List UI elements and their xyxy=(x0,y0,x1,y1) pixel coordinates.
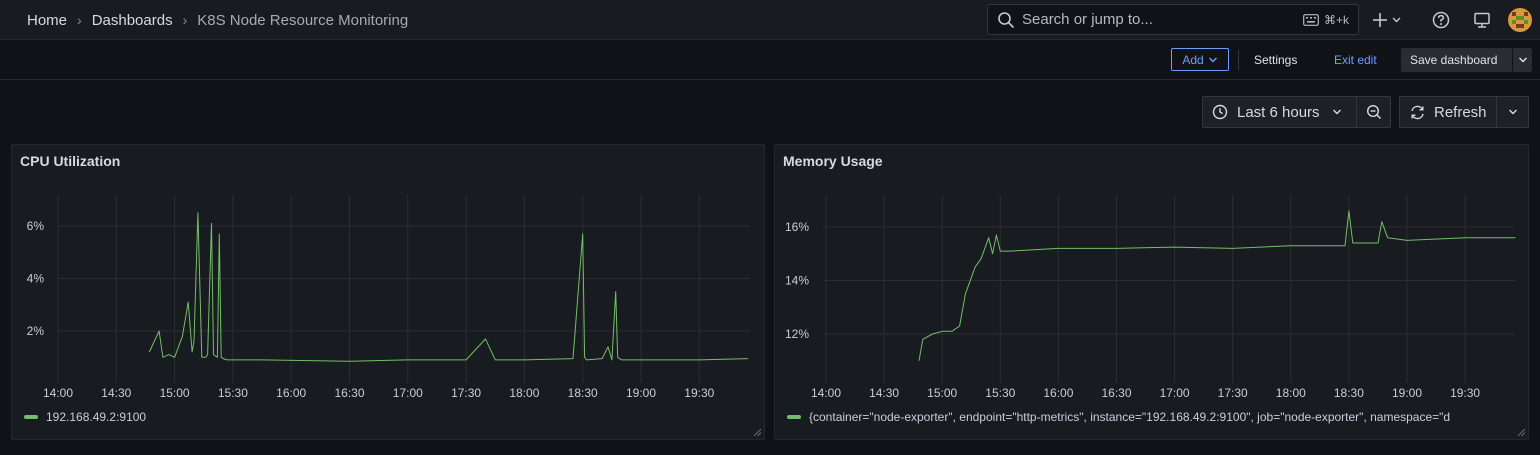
memory-usage-chart[interactable]: 14:00 14:30 15:00 15:30 16:00 16:30 17:00 17:30… xyxy=(775,145,1530,441)
x-tick-label: 15:00 xyxy=(927,386,957,400)
chevron-down-icon xyxy=(1208,57,1217,62)
legend-swatch xyxy=(787,415,801,419)
x-tick-label: 15:30 xyxy=(985,386,1015,400)
add-button[interactable]: Add xyxy=(1171,48,1229,71)
cpu-utilization-chart[interactable]: 14:00 14:30 15:00 15:30 16:00 16:30 17:00 17:30… xyxy=(12,145,766,441)
x-tick-label: 19:30 xyxy=(684,386,714,400)
y-tick-label: 16% xyxy=(785,220,809,234)
x-tick-label: 14:00 xyxy=(811,386,841,400)
clock-icon xyxy=(1212,104,1228,120)
zoom-out-icon xyxy=(1366,104,1381,119)
x-tick-label: 17:30 xyxy=(451,386,481,400)
breadcrumb: Home › Dashboards › K8S Node Resource Mo… xyxy=(27,0,408,40)
zoom-out-button[interactable] xyxy=(1356,96,1391,128)
x-tick-label: 16:30 xyxy=(334,386,364,400)
top-bar: Home › Dashboards › K8S Node Resource Mo… xyxy=(0,0,1540,40)
y-tick-label: 12% xyxy=(785,327,809,341)
chevron-down-icon xyxy=(1518,57,1527,63)
y-tick-label: 14% xyxy=(785,274,809,288)
news-icon[interactable] xyxy=(1472,10,1492,30)
exit-edit-button[interactable]: Exit edit xyxy=(1334,48,1377,71)
refresh-label: Refresh xyxy=(1434,103,1487,121)
breadcrumb-current: K8S Node Resource Monitoring xyxy=(197,11,409,29)
x-tick-label: 18:30 xyxy=(568,386,598,400)
chevron-down-icon xyxy=(1333,109,1341,115)
x-tick-label: 19:30 xyxy=(1450,386,1480,400)
chart-legend[interactable]: {container="node-exporter", endpoint="ht… xyxy=(787,410,1517,424)
memory-usage-panel[interactable]: Memory Usage 14:00 14:30 15:00 15:30 16:00 16… xyxy=(774,144,1529,440)
x-tick-label: 17:00 xyxy=(393,386,423,400)
save-dashboard-label: Save dashboard xyxy=(1410,53,1498,67)
x-tick-label: 19:00 xyxy=(626,386,656,400)
save-options-button[interactable] xyxy=(1513,56,1532,64)
series-line xyxy=(148,212,748,362)
time-range-label: Last 6 hours xyxy=(1237,103,1320,121)
y-tick-label: 6% xyxy=(27,219,45,233)
x-tick-label: 17:00 xyxy=(1160,386,1190,400)
edit-toolbar xyxy=(0,40,1540,80)
resize-handle-icon[interactable] xyxy=(752,427,762,437)
y-tick-label: 2% xyxy=(27,324,45,338)
x-tick-label: 18:30 xyxy=(1334,386,1364,400)
x-tick-label: 14:30 xyxy=(101,386,131,400)
time-range-picker[interactable]: Last 6 hours xyxy=(1202,96,1357,128)
save-dashboard-button[interactable]: Save dashboard xyxy=(1401,48,1532,72)
toolbar-divider xyxy=(1238,50,1239,70)
shortcut-label: ⌘+k xyxy=(1323,12,1349,27)
legend-label: 192.168.49.2:9100 xyxy=(46,410,147,424)
user-avatar[interactable] xyxy=(1508,8,1532,32)
refresh-button[interactable]: Refresh xyxy=(1399,96,1497,128)
breadcrumb-separator: › xyxy=(182,12,188,28)
cpu-utilization-panel[interactable]: CPU Utilization 14:00 14:30 15:00 15:30 16:0… xyxy=(11,144,765,440)
x-tick-label: 19:00 xyxy=(1392,386,1422,400)
settings-button[interactable]: Settings xyxy=(1254,48,1297,71)
x-tick-label: 16:00 xyxy=(276,386,306,400)
legend-swatch xyxy=(24,415,38,419)
breadcrumb-separator: › xyxy=(77,12,82,28)
search-bar[interactable]: Search or jump to... ⌘+k xyxy=(987,4,1359,35)
y-tick-label: 4% xyxy=(27,272,45,286)
search-input[interactable]: Search or jump to... xyxy=(1022,11,1303,28)
chevron-down-icon xyxy=(1508,109,1517,115)
x-tick-label: 16:00 xyxy=(1043,386,1073,400)
legend-label: {container="node-exporter", endpoint="ht… xyxy=(809,410,1451,424)
x-tick-label: 14:00 xyxy=(43,386,73,400)
plus-icon[interactable] xyxy=(1372,10,1402,30)
x-tick-label: 15:00 xyxy=(160,386,190,400)
breadcrumb-home[interactable]: Home xyxy=(27,12,67,29)
add-button-label: Add xyxy=(1182,52,1204,67)
x-tick-label: 15:30 xyxy=(218,386,248,400)
x-tick-label: 16:30 xyxy=(1101,386,1131,400)
series-line xyxy=(918,210,1516,361)
search-icon xyxy=(998,11,1014,28)
breadcrumb-dashboards[interactable]: Dashboards xyxy=(92,12,173,29)
refresh-icon xyxy=(1411,105,1424,119)
help-icon[interactable] xyxy=(1431,10,1451,30)
keyboard-icon xyxy=(1303,13,1319,26)
x-tick-label: 14:30 xyxy=(869,386,899,400)
resize-handle-icon[interactable] xyxy=(1516,427,1526,437)
search-shortcut: ⌘+k xyxy=(1303,13,1349,27)
x-tick-label: 18:00 xyxy=(1276,386,1306,400)
refresh-interval-button[interactable] xyxy=(1496,96,1529,128)
x-tick-label: 18:00 xyxy=(509,386,539,400)
x-tick-label: 17:30 xyxy=(1218,386,1248,400)
chart-legend[interactable]: 192.168.49.2:9100 xyxy=(24,410,754,424)
